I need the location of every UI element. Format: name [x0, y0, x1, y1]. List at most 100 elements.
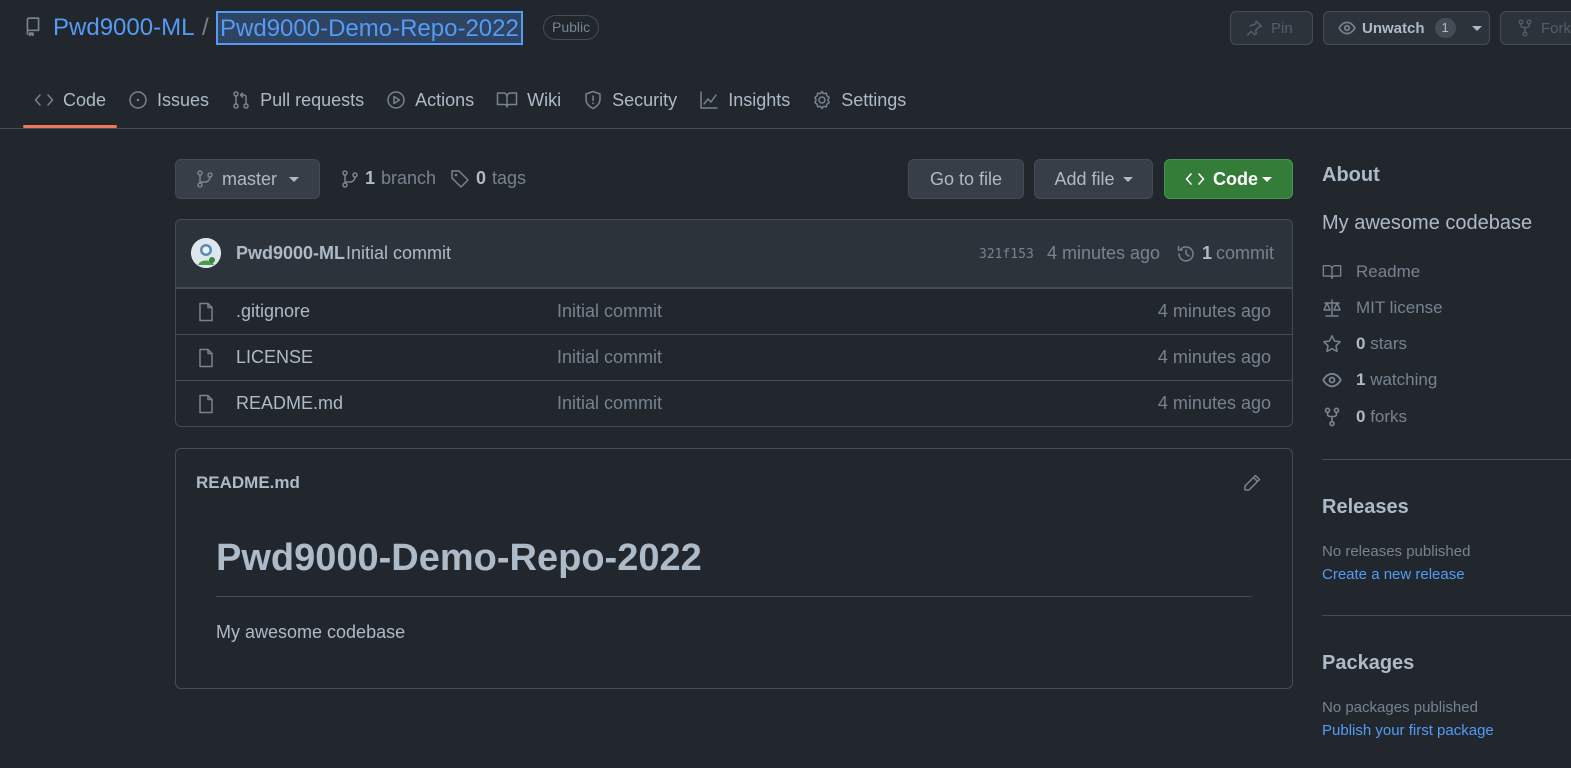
forks-word: forks	[1370, 407, 1408, 426]
avatar[interactable]	[191, 238, 221, 268]
file-commit-message[interactable]: Initial commit	[557, 301, 662, 322]
forks-count: 0	[1356, 407, 1366, 426]
repo-name-link[interactable]: Pwd9000-Demo-Repo-2022	[216, 11, 523, 45]
code-clone-button[interactable]: Code	[1164, 159, 1293, 199]
branch-icon	[196, 169, 214, 189]
file-commit-message[interactable]: Initial commit	[557, 347, 662, 368]
commit-time: 4 minutes ago	[1047, 243, 1161, 263]
tab-insights-label: Insights	[728, 89, 791, 110]
file-commit-time: 4 minutes ago	[1157, 347, 1271, 367]
branch-select-button[interactable]: master	[175, 159, 320, 199]
fork-label: Fork	[1541, 19, 1571, 37]
file-commit-message[interactable]: Initial commit	[557, 393, 662, 414]
publish-package-link[interactable]: Publish your first package	[1322, 722, 1494, 739]
tab-pull-requests-label: Pull requests	[260, 89, 365, 110]
gear-icon	[812, 90, 832, 110]
repo-icon	[24, 17, 42, 37]
file-row: LICENSE Initial commit 4 minutes ago	[176, 334, 1292, 380]
tab-settings[interactable]: Settings	[801, 78, 917, 122]
file-icon	[198, 348, 214, 368]
latest-commit-bar: Pwd9000-ML Initial commit 321f153 4 minu…	[176, 220, 1292, 288]
no-releases-text: No releases published	[1322, 543, 1471, 560]
file-name-link[interactable]: LICENSE	[236, 347, 313, 368]
file-row: .gitignore Initial commit 4 minutes ago	[176, 288, 1292, 334]
go-to-file-button[interactable]: Go to file	[908, 159, 1024, 199]
tab-security[interactable]: Security	[572, 78, 688, 122]
stars-count: 0	[1356, 334, 1366, 353]
chevron-down-icon	[1122, 176, 1133, 182]
unwatch-label: Unwatch	[1362, 19, 1425, 37]
tag-icon	[450, 169, 470, 189]
readme-link-label: Readme	[1356, 262, 1421, 281]
watchers-link[interactable]: 1 watching	[1322, 370, 1437, 390]
branches-link[interactable]: 1 branch	[341, 168, 436, 189]
forks-link[interactable]: 0 forks	[1322, 407, 1407, 427]
file-icon	[198, 302, 214, 322]
file-commit-time: 4 minutes ago	[1157, 301, 1271, 321]
play-icon	[386, 90, 406, 110]
tab-insights[interactable]: Insights	[688, 78, 801, 122]
file-row: README.md Initial commit 4 minutes ago	[176, 380, 1292, 426]
owner-link[interactable]: Pwd9000-ML	[53, 14, 194, 42]
add-file-button[interactable]: Add file	[1034, 159, 1153, 199]
pin-button[interactable]: Pin	[1230, 11, 1313, 45]
unwatch-button[interactable]: Unwatch 1	[1323, 11, 1490, 45]
path-separator: /	[202, 14, 209, 41]
readme-heading: Pwd9000-Demo-Repo-2022	[216, 537, 702, 579]
readme-link[interactable]: Readme	[1322, 262, 1420, 282]
tab-pull-requests[interactable]: Pull requests	[220, 78, 375, 122]
tab-actions[interactable]: Actions	[375, 78, 485, 122]
stars-link[interactable]: 0 stars	[1322, 334, 1407, 354]
readme-panel: README.md Pwd9000-Demo-Repo-2022 My awes…	[175, 448, 1293, 689]
commit-sha-link[interactable]: 321f153	[979, 247, 1034, 262]
fork-icon	[1322, 407, 1342, 427]
watch-count: 1	[1434, 18, 1456, 38]
tab-settings-label: Settings	[841, 89, 907, 110]
releases-title[interactable]: Releases	[1322, 496, 1409, 519]
commit-author-link[interactable]: Pwd9000-ML	[236, 243, 345, 264]
about-title: About	[1322, 164, 1380, 186]
repo-description: My awesome codebase	[1322, 212, 1533, 234]
tag-word: tags	[492, 168, 527, 188]
watching-word: watching	[1370, 370, 1438, 389]
book-icon	[496, 90, 518, 110]
watching-count: 1	[1356, 370, 1366, 389]
file-commit-time: 4 minutes ago	[1157, 393, 1271, 413]
code-button-label: Code	[1213, 168, 1258, 189]
tab-code-label: Code	[63, 89, 107, 110]
star-icon	[1322, 334, 1342, 354]
file-list: Pwd9000-ML Initial commit 321f153 4 minu…	[175, 219, 1293, 427]
create-release-link[interactable]: Create a new release	[1322, 566, 1465, 583]
sidebar-divider	[1322, 615, 1571, 616]
shield-icon	[583, 90, 603, 110]
eye-icon	[1322, 370, 1342, 390]
pull-request-icon	[231, 90, 251, 110]
pencil-icon[interactable]	[1242, 473, 1262, 493]
commit-history-link[interactable]: 1 commit	[1176, 243, 1274, 264]
tags-link[interactable]: 0 tags	[450, 168, 526, 189]
eye-icon	[1338, 19, 1356, 37]
fork-button[interactable]: Fork	[1500, 11, 1571, 45]
branch-icon	[341, 169, 359, 189]
graph-icon	[699, 90, 719, 110]
stars-word: stars	[1370, 334, 1408, 353]
sidebar-divider	[1322, 459, 1571, 460]
readme-filename[interactable]: README.md	[196, 473, 300, 493]
file-name-link[interactable]: .gitignore	[236, 301, 310, 322]
packages-title[interactable]: Packages	[1322, 652, 1414, 675]
file-name-link[interactable]: README.md	[236, 393, 343, 414]
pin-icon	[1245, 19, 1263, 37]
tab-issues-label: Issues	[157, 89, 210, 110]
chevron-down-icon[interactable]	[1471, 25, 1482, 31]
readme-body: My awesome codebase	[216, 622, 406, 642]
license-link[interactable]: MIT license	[1322, 298, 1443, 318]
tab-code[interactable]: Code	[23, 78, 118, 128]
tab-security-label: Security	[612, 89, 678, 110]
tab-wiki[interactable]: Wiki	[485, 78, 572, 122]
tab-wiki-label: Wiki	[527, 89, 562, 110]
commit-message-link[interactable]: Initial commit	[346, 243, 451, 264]
book-icon	[1322, 262, 1342, 282]
tab-issues[interactable]: Issues	[117, 78, 220, 122]
commit-count: 1	[1202, 243, 1213, 263]
tabs-divider	[0, 128, 1571, 129]
